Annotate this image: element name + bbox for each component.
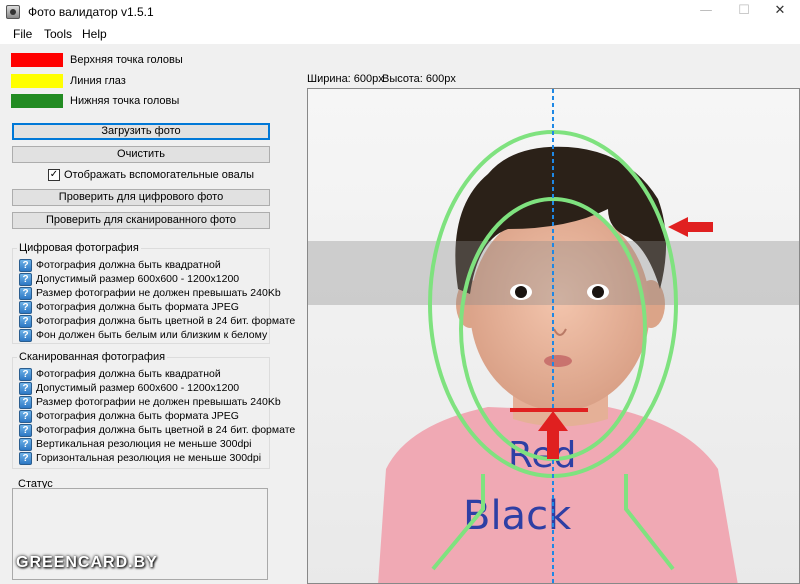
question-icon: ? <box>19 438 32 451</box>
child-left-pupil <box>515 286 527 298</box>
width-label: Ширина: 600px <box>307 73 384 85</box>
menu-file[interactable]: File <box>13 27 32 41</box>
legend-swatch-eye-line <box>11 74 63 88</box>
question-icon: ? <box>19 410 32 423</box>
watermark-text: GREENCARD.BY <box>16 554 158 571</box>
question-icon: ? <box>19 259 32 272</box>
question-icon: ? <box>19 329 32 342</box>
show-ovals-label: Отображать вспомогательные овалы <box>64 169 255 181</box>
scanned-group-title: Сканированная фотография <box>17 351 168 363</box>
window-title: Фото валидатор v1.5.1 <box>28 5 154 19</box>
legend-swatch-bottom-of-head <box>11 94 63 108</box>
check-digital-button[interactable]: Проверить для цифрового фото <box>12 189 270 206</box>
menu-tools[interactable]: Tools <box>44 27 72 41</box>
question-icon: ? <box>19 396 32 409</box>
clear-button[interactable]: Очистить <box>12 146 270 163</box>
legend-label-top-of-head: Верхняя точка головы <box>70 54 183 66</box>
question-icon: ? <box>19 273 32 286</box>
question-icon: ? <box>19 452 32 465</box>
photo-preview[interactable]: Red Black <box>307 88 800 584</box>
app-icon <box>6 5 20 19</box>
show-ovals-checkbox[interactable]: ✓ <box>48 169 60 181</box>
child-right-pupil <box>592 286 604 298</box>
load-photo-button[interactable]: Загрузить фото <box>12 123 270 140</box>
question-icon: ? <box>19 382 32 395</box>
question-icon: ? <box>19 424 32 437</box>
question-icon: ? <box>19 287 32 300</box>
legend-label-eye-line: Линия глаз <box>70 75 126 87</box>
maximize-button[interactable]: ☐ <box>726 0 762 24</box>
question-icon: ? <box>19 315 32 328</box>
digital-group-title: Цифровая фотография <box>17 242 141 254</box>
question-icon: ? <box>19 368 32 381</box>
client-area: Верхняя точка головы Линия глаз Нижняя т… <box>0 44 800 584</box>
digital-photo-group: Цифровая фотография ? Фотография должна б… <box>12 242 295 344</box>
menu-bar: File Tools Help <box>0 24 800 44</box>
child-face <box>470 207 650 411</box>
menu-help[interactable]: Help <box>82 27 107 41</box>
question-icon: ? <box>19 301 32 314</box>
scanned-photo-group: Сканированная фотография ? Фотография дол… <box>12 351 295 469</box>
minimize-button[interactable]: — <box>688 0 724 24</box>
photo-canvas: Red Black <box>308 89 799 583</box>
legend-label-bottom-of-head: Нижняя точка головы <box>70 95 180 107</box>
chin-marker <box>510 408 588 412</box>
title-bar: Фото валидатор v1.5.1 — ☐ ✕ <box>0 0 800 24</box>
child-mouth <box>544 355 572 367</box>
close-button[interactable]: ✕ <box>762 0 798 24</box>
height-label: Высота: 600px <box>382 73 456 85</box>
legend-swatch-top-of-head <box>11 53 63 67</box>
check-scanned-button[interactable]: Проверить для сканированного фото <box>12 212 270 229</box>
